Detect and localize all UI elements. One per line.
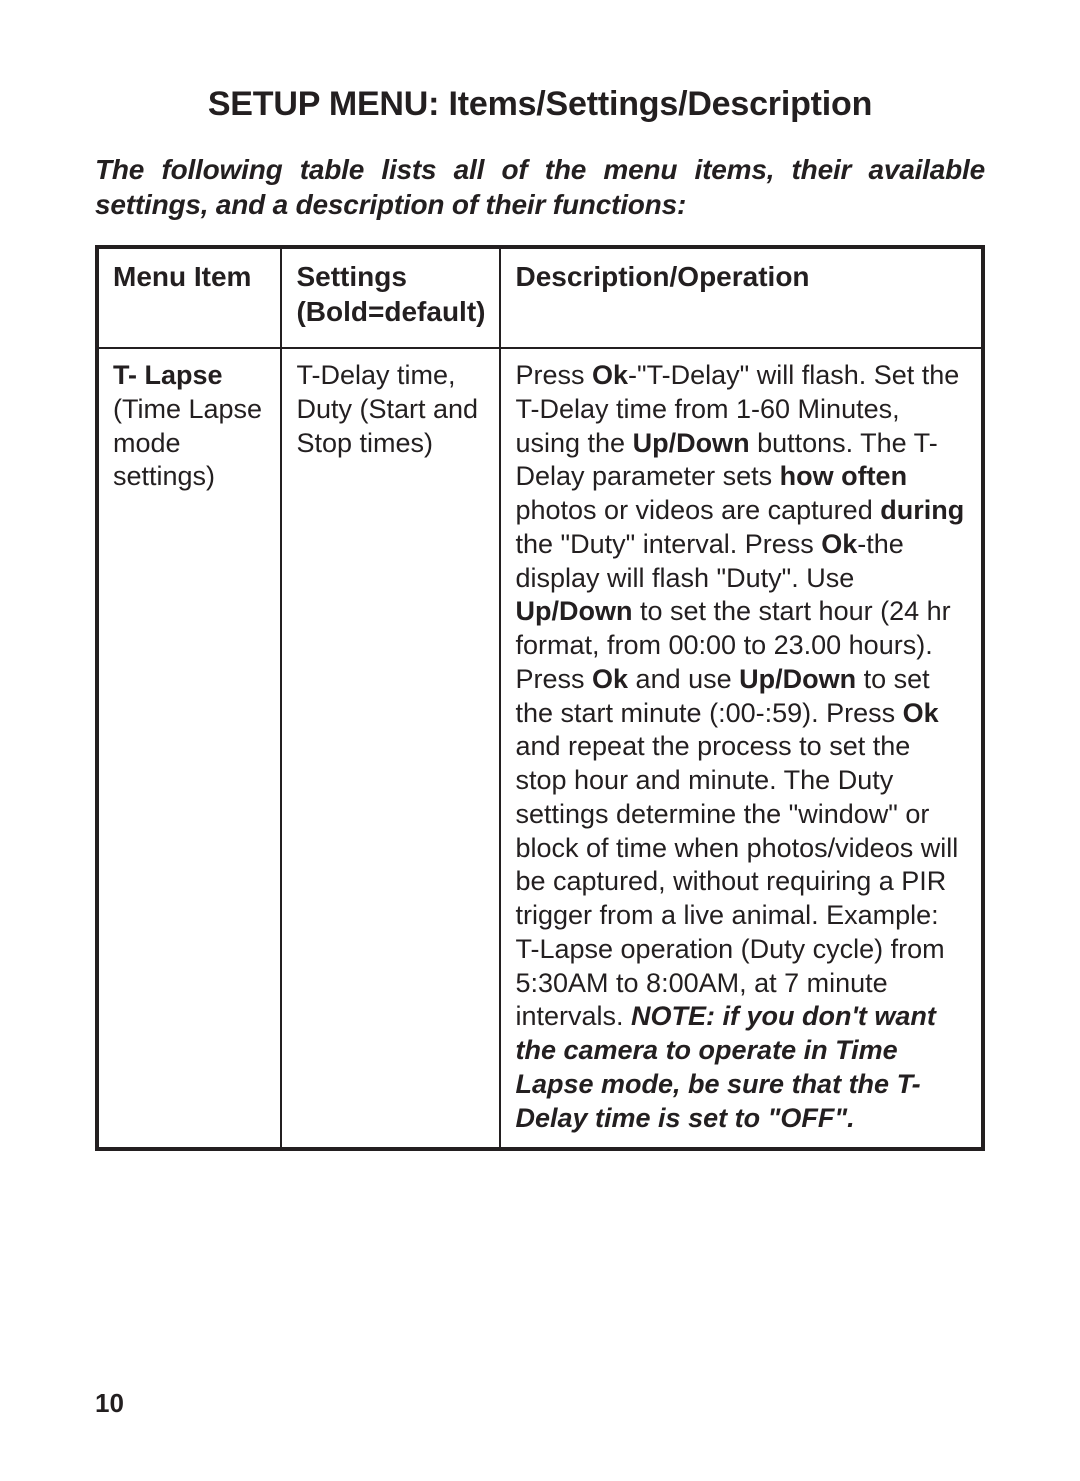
header-menu-item: Menu Item bbox=[97, 247, 281, 348]
page-number: 10 bbox=[95, 1388, 124, 1419]
header-settings-line1: Settings bbox=[296, 259, 485, 294]
setup-menu-table: Menu Item Settings (Bold=default) Descri… bbox=[95, 245, 985, 1151]
cell-menu-item: T- Lapse (Time Lapse mode settings) bbox=[97, 348, 281, 1149]
table-row: T- Lapse (Time Lapse mode settings) T-De… bbox=[97, 348, 983, 1149]
table-header-row: Menu Item Settings (Bold=default) Descri… bbox=[97, 247, 983, 348]
header-settings: Settings (Bold=default) bbox=[281, 247, 500, 348]
cell-settings: T-Delay time, Duty (Start and Stop times… bbox=[281, 348, 500, 1149]
cell-description: Press Ok-"T-Delay" will flash. Set the T… bbox=[500, 348, 983, 1149]
header-description: Description/Operation bbox=[500, 247, 983, 348]
page-title: SETUP MENU: Items/Settings/Description bbox=[95, 85, 985, 124]
menu-item-subtitle: (Time Lapse mode settings) bbox=[113, 394, 262, 492]
header-settings-line2: (Bold=default) bbox=[296, 294, 485, 329]
page-intro: The following table lists all of the men… bbox=[95, 152, 985, 222]
menu-item-name: T- Lapse bbox=[113, 360, 223, 390]
